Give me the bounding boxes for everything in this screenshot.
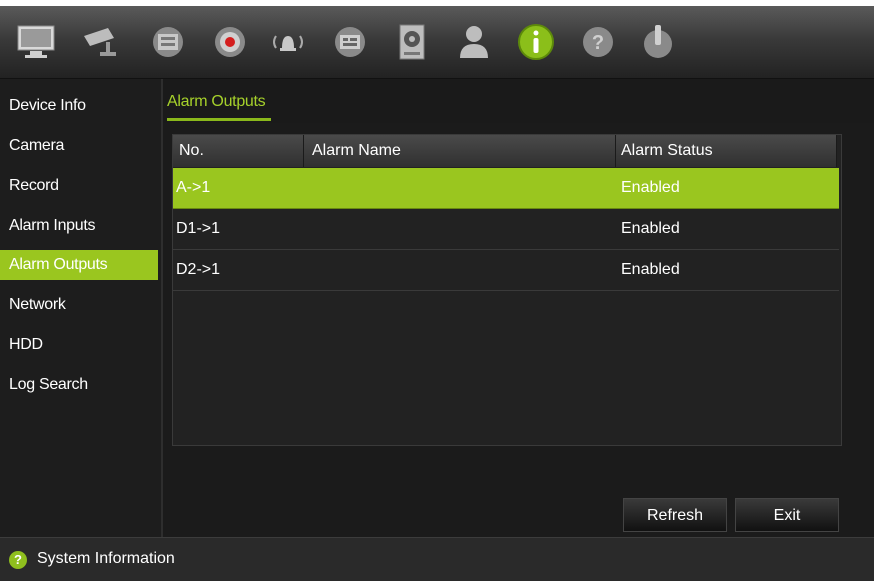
sidebar-item-alarm-outputs[interactable]: Alarm Outputs (0, 250, 158, 280)
cell-no: D1->1 (176, 220, 221, 237)
help-icon[interactable]: ? (576, 16, 620, 68)
status-text: System Information (37, 550, 175, 567)
cell-alarm-status: Enabled (621, 179, 680, 196)
sidebar-item-device-info[interactable]: Device Info (0, 91, 158, 121)
alarm-outputs-table: No. Alarm Name Alarm Status A->1 Enabled… (172, 134, 842, 446)
dvr-window: ? Device Info Camera Record Alarm Inputs… (0, 6, 874, 581)
record-dot-icon[interactable] (208, 16, 252, 68)
help-icon: ? (9, 551, 27, 569)
cell-no: D2->1 (176, 261, 221, 278)
camera-icon[interactable] (78, 16, 122, 68)
exit-button[interactable]: Exit (735, 498, 839, 532)
status-bar: ? System Information (0, 537, 874, 581)
column-header-no: No. (173, 135, 304, 167)
record-icon[interactable] (146, 16, 190, 68)
sidebar-item-alarm-inputs[interactable]: Alarm Inputs (0, 211, 158, 241)
table-row[interactable]: A->1 Enabled (173, 168, 839, 209)
tab-underline (167, 118, 271, 121)
cell-alarm-status: Enabled (621, 261, 680, 278)
tab-alarm-outputs[interactable]: Alarm Outputs (167, 93, 266, 111)
table-row[interactable]: D1->1 Enabled (173, 209, 839, 250)
refresh-button[interactable]: Refresh (623, 498, 727, 532)
svg-text:?: ? (592, 32, 604, 54)
display-icon[interactable] (14, 16, 58, 68)
sidebar-item-camera[interactable]: Camera (0, 131, 158, 161)
sidebar-item-record[interactable]: Record (0, 171, 158, 201)
cell-no: A->1 (176, 179, 211, 196)
settings-sidebar: Device Info Camera Record Alarm Inputs A… (0, 79, 163, 537)
tab-bar: Alarm Outputs (163, 79, 874, 123)
power-icon[interactable] (636, 16, 680, 68)
table-row[interactable]: D2->1 Enabled (173, 250, 839, 291)
user-icon[interactable] (452, 16, 496, 68)
sidebar-item-hdd[interactable]: HDD (0, 330, 158, 360)
sidebar-item-log-search[interactable]: Log Search (0, 370, 158, 400)
network-icon[interactable] (328, 16, 372, 68)
info-icon[interactable] (514, 16, 558, 68)
top-toolbar: ? (0, 6, 874, 79)
column-header-alarm-name: Alarm Name (304, 135, 616, 167)
column-header-alarm-status: Alarm Status (616, 135, 837, 167)
alarm-icon[interactable] (266, 16, 310, 68)
cell-alarm-status: Enabled (621, 220, 680, 237)
sidebar-item-network[interactable]: Network (0, 290, 158, 320)
hdd-icon[interactable] (390, 16, 434, 68)
